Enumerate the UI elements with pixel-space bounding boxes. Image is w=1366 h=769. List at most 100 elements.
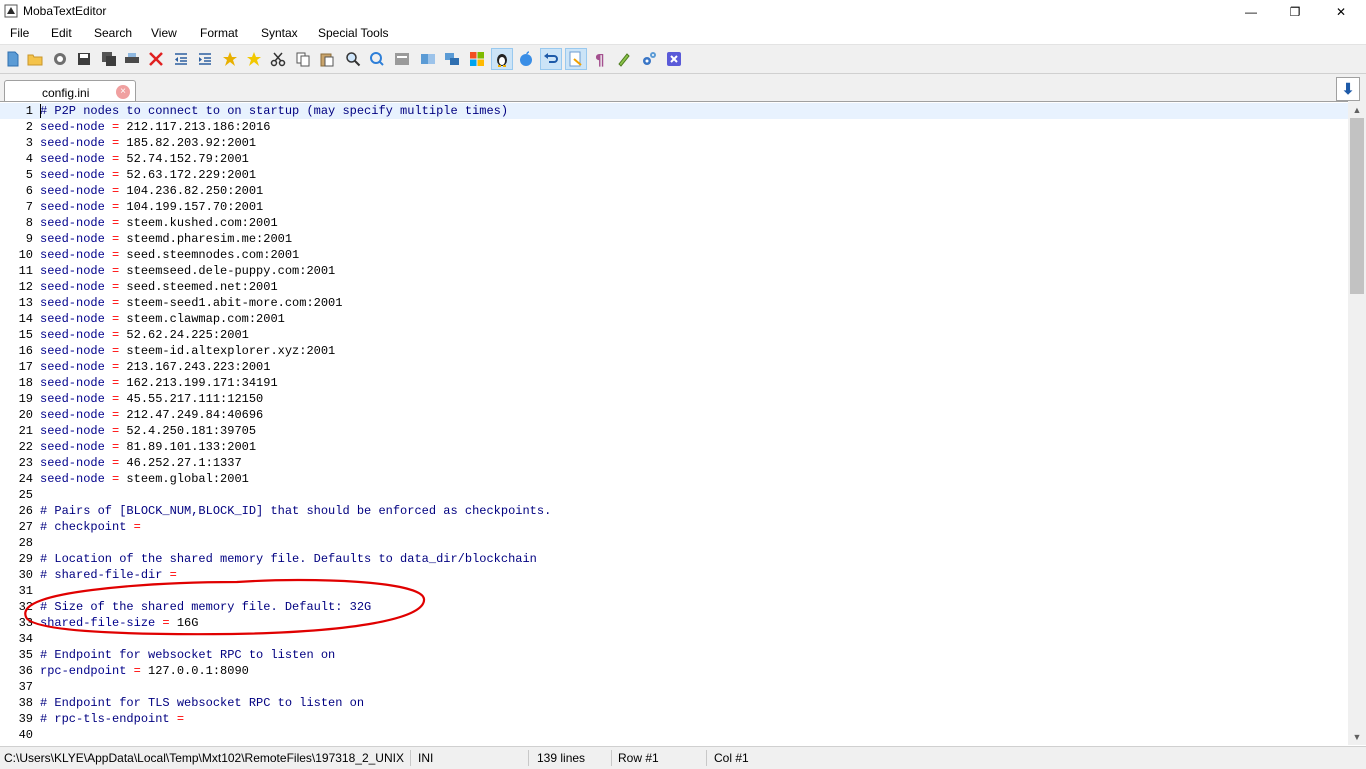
- code-line[interactable]: 18 seed-node = 162.213.199.171:34191: [0, 375, 1348, 391]
- code-line[interactable]: 14 seed-node = steem.clawmap.com:2001: [0, 311, 1348, 327]
- cut-icon[interactable]: [268, 49, 288, 69]
- code-line[interactable]: 17 seed-node = 213.167.243.223:2001: [0, 359, 1348, 375]
- config-key: seed-node: [40, 232, 105, 246]
- code-line[interactable]: 27 # checkpoint =: [0, 519, 1348, 535]
- code-line[interactable]: 29 # Location of the shared memory file. …: [0, 551, 1348, 567]
- code-line[interactable]: 38 # Endpoint for TLS websocket RPC to li…: [0, 695, 1348, 711]
- linux-format-icon[interactable]: [491, 48, 513, 70]
- tab-close-icon[interactable]: ×: [116, 85, 130, 99]
- code-line[interactable]: 31: [0, 583, 1348, 599]
- bookmark-icon[interactable]: [220, 49, 240, 69]
- code-line[interactable]: 9 seed-node = steemd.pharesim.me:2001: [0, 231, 1348, 247]
- sync-icon[interactable]: [442, 49, 462, 69]
- code-line[interactable]: 3 seed-node = 185.82.203.92:2001: [0, 135, 1348, 151]
- code-line[interactable]: 37: [0, 679, 1348, 695]
- code-line[interactable]: 1 # P2P nodes to connect to on startup (m…: [0, 103, 1348, 119]
- code-line[interactable]: 6 seed-node = 104.236.82.250:2001: [0, 183, 1348, 199]
- code-line[interactable]: 23 seed-node = 46.252.27.1:1337: [0, 455, 1348, 471]
- scrollbar-thumb[interactable]: [1350, 118, 1364, 294]
- scroll-up-icon[interactable]: ▲: [1348, 101, 1366, 118]
- code-line[interactable]: 28: [0, 535, 1348, 551]
- code-line[interactable]: 16 seed-node = steem-id.altexplorer.xyz:2…: [0, 343, 1348, 359]
- reload-icon[interactable]: [50, 49, 70, 69]
- vertical-scrollbar[interactable]: ▲ ▼: [1348, 101, 1366, 745]
- code-line[interactable]: 15 seed-node = 52.62.24.225:2001: [0, 327, 1348, 343]
- minimize-button[interactable]: —: [1228, 0, 1274, 23]
- code-line[interactable]: 12 seed-node = seed.steemed.net:2001: [0, 279, 1348, 295]
- code-line[interactable]: 34: [0, 631, 1348, 647]
- open-folder-icon[interactable]: [25, 49, 45, 69]
- code-line[interactable]: 40: [0, 727, 1348, 743]
- code-line[interactable]: 5 seed-node = 52.63.172.229:2001: [0, 167, 1348, 183]
- tab-config-ini[interactable]: config.ini ×: [4, 80, 136, 102]
- menu-format[interactable]: Format: [200, 26, 238, 40]
- code-line[interactable]: 36 rpc-endpoint = 127.0.0.1:8090: [0, 663, 1348, 679]
- save-icon[interactable]: [74, 49, 94, 69]
- paste-icon[interactable]: [317, 49, 337, 69]
- line-number: 19: [18, 392, 33, 406]
- code-line[interactable]: 33 shared-file-size = 16G: [0, 615, 1348, 631]
- menu-special-tools[interactable]: Special Tools: [318, 26, 389, 40]
- find-replace-icon[interactable]: [367, 49, 387, 69]
- code-line[interactable]: 21 seed-node = 52.4.250.181:39705: [0, 423, 1348, 439]
- word-wrap-icon[interactable]: [565, 48, 587, 70]
- code-line[interactable]: 2 seed-node = 212.117.213.186:2016: [0, 119, 1348, 135]
- windows-format-icon[interactable]: [467, 49, 487, 69]
- equals-operator: =: [104, 232, 127, 246]
- undo-icon[interactable]: [540, 48, 562, 70]
- new-file-icon[interactable]: [3, 49, 23, 69]
- code-line[interactable]: 8 seed-node = steem.kushed.com:2001: [0, 215, 1348, 231]
- code-line[interactable]: 25: [0, 487, 1348, 503]
- equals-operator: =: [104, 248, 127, 262]
- code-line[interactable]: 39 # rpc-tls-endpoint =: [0, 711, 1348, 727]
- menu-edit[interactable]: Edit: [51, 26, 72, 40]
- print-icon[interactable]: [122, 49, 142, 69]
- comment-text: # Endpoint for websocket RPC to listen o…: [40, 648, 336, 662]
- maximize-button[interactable]: ❐: [1272, 0, 1318, 23]
- save-all-icon[interactable]: [99, 49, 119, 69]
- compare-icon[interactable]: [418, 49, 438, 69]
- settings-icon[interactable]: [639, 49, 659, 69]
- copy-icon[interactable]: [293, 49, 313, 69]
- mac-format-icon[interactable]: [516, 49, 536, 69]
- code-line[interactable]: 22 seed-node = 81.89.101.133:2001: [0, 439, 1348, 455]
- config-key: seed-node: [40, 392, 105, 406]
- code-line[interactable]: 26 # Pairs of [BLOCK_NUM,BLOCK_ID] that s…: [0, 503, 1348, 519]
- code-line[interactable]: 20 seed-node = 212.47.249.84:40696: [0, 407, 1348, 423]
- config-value: 52.74.152.79:2001: [126, 152, 249, 166]
- code-line[interactable]: 19 seed-node = 45.55.217.111:12150: [0, 391, 1348, 407]
- menu-syntax[interactable]: Syntax: [261, 26, 298, 40]
- code-line[interactable]: 32 # Size of the shared memory file. Defa…: [0, 599, 1348, 615]
- config-key: seed-node: [40, 344, 105, 358]
- menu-search[interactable]: Search: [94, 26, 132, 40]
- menu-view[interactable]: View: [151, 26, 177, 40]
- text-editor[interactable]: 1 # P2P nodes to connect to on startup (m…: [0, 101, 1348, 746]
- code-line[interactable]: 11 seed-node = steemseed.dele-puppy.com:2…: [0, 263, 1348, 279]
- line-content: seed-node = 52.62.24.225:2001: [40, 327, 249, 343]
- close-file-icon[interactable]: [146, 49, 166, 69]
- goto-line-icon[interactable]: [392, 49, 412, 69]
- config-key: seed-node: [40, 280, 105, 294]
- code-line[interactable]: 35 # Endpoint for websocket RPC to listen…: [0, 647, 1348, 663]
- code-line[interactable]: 13 seed-node = steem-seed1.abit-more.com:…: [0, 295, 1348, 311]
- line-number: 15: [18, 328, 33, 342]
- bookmark-next-icon[interactable]: [244, 49, 264, 69]
- tab-list-arrow-icon[interactable]: ⬇: [1336, 77, 1360, 101]
- config-value: seed.steemed.net:2001: [126, 280, 278, 294]
- line-number: 30: [18, 568, 33, 582]
- line-content: seed-node = steem-seed1.abit-more.com:20…: [40, 295, 342, 311]
- scroll-down-icon[interactable]: ▼: [1348, 728, 1366, 745]
- code-line[interactable]: 24 seed-node = steem.global:2001: [0, 471, 1348, 487]
- code-line[interactable]: 4 seed-node = 52.74.152.79:2001: [0, 151, 1348, 167]
- pilcrow-icon[interactable]: ¶: [590, 49, 610, 69]
- exit-icon[interactable]: [664, 49, 684, 69]
- close-window-button[interactable]: ✕: [1318, 0, 1364, 23]
- code-line[interactable]: 30 # shared-file-dir =: [0, 567, 1348, 583]
- find-icon[interactable]: [343, 49, 363, 69]
- outdent-icon[interactable]: [171, 49, 191, 69]
- menu-file[interactable]: File: [10, 26, 29, 40]
- highlight-pen-icon[interactable]: [614, 49, 634, 69]
- code-line[interactable]: 10 seed-node = seed.steemnodes.com:2001: [0, 247, 1348, 263]
- indent-icon[interactable]: [195, 49, 215, 69]
- code-line[interactable]: 7 seed-node = 104.199.157.70:2001: [0, 199, 1348, 215]
